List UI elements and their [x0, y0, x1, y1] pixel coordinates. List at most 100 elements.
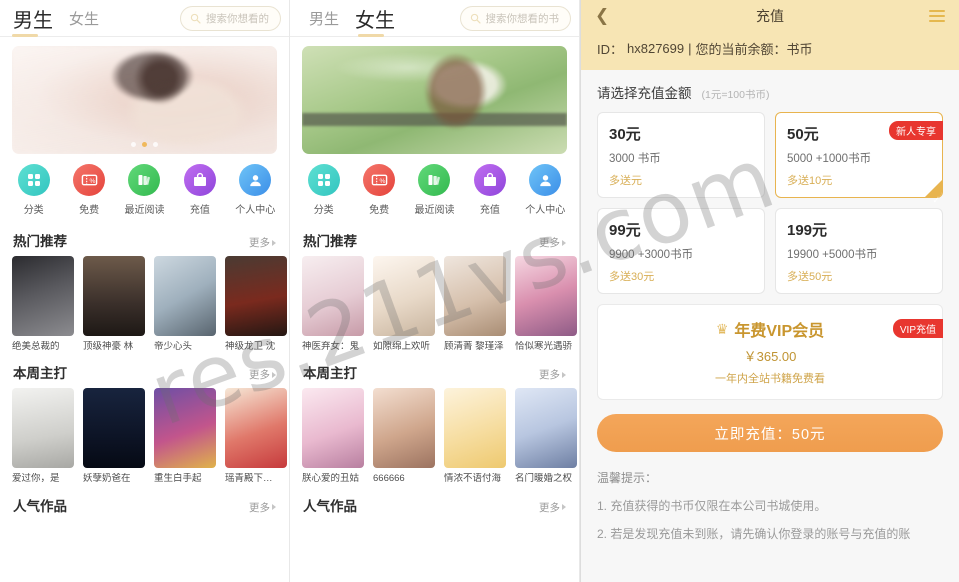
book-cover: [444, 256, 506, 336]
tip-item: 1. 充值获得的书币仅限在本公司书城使用。: [597, 499, 827, 513]
screenshot-root: 男生 女生 搜索你想看的 分类 % 免费 最近阅读 充值 个人中心 热门推荐 更…: [0, 0, 959, 582]
quick-action-recharge[interactable]: 充值: [464, 164, 516, 216]
book-item[interactable]: 顶级神豪 林: [83, 256, 145, 352]
hero-banner-female[interactable]: [302, 46, 567, 154]
section-more-link[interactable]: 更多: [539, 500, 566, 515]
quick-action-recent[interactable]: 最近阅读: [408, 164, 460, 216]
banner-dot-active[interactable]: [142, 142, 147, 147]
book-title: 神级龙卫 沈: [225, 341, 276, 352]
wallet-icon-glyph: [483, 172, 496, 186]
hero-banner-male[interactable]: [12, 46, 277, 154]
select-amount-line: 请选择充值金额 (1元=100书币): [597, 82, 943, 102]
books-icon: [128, 164, 161, 196]
account-balance-label: 您的当前余额：书币: [695, 42, 813, 57]
section-more-label: 更多: [539, 501, 560, 514]
chevron-right-icon: [562, 504, 566, 511]
quick-action-recent[interactable]: 最近阅读: [118, 164, 170, 216]
book-cover: [154, 256, 216, 336]
banner-dot[interactable]: [153, 142, 158, 147]
quick-action-category[interactable]: 分类: [298, 164, 350, 216]
quick-actions-female: 分类 % 免费 最近阅读 充值 个人中心: [290, 154, 579, 220]
book-item[interactable]: 名门暖婚之权: [515, 388, 577, 484]
tips-header: 温馨提示：: [597, 471, 658, 485]
wallet-icon: [183, 164, 216, 196]
book-cover: [225, 388, 287, 469]
section-more-link[interactable]: 更多: [539, 235, 566, 250]
section-more-link[interactable]: 更多: [249, 367, 276, 382]
book-item[interactable]: 帝少心头: [154, 256, 216, 352]
search-input-male[interactable]: 搜索你想看的: [180, 5, 281, 31]
pay-now-button[interactable]: 立即充值：50元: [597, 414, 943, 452]
recharge-option-30[interactable]: 30元 3000 书币 多送元: [597, 112, 765, 198]
book-title: 如隙绵上欢听: [373, 341, 431, 352]
tab-female[interactable]: 女生: [66, 8, 102, 29]
books-icon: [418, 164, 451, 196]
section-more-label: 更多: [249, 501, 270, 514]
search-placeholder: 搜索你想看的书: [485, 12, 560, 25]
recharge-option-50[interactable]: 新人专享 50元 5000 +1000书币 多送10元: [775, 112, 943, 205]
book-title: 顶级神豪 林: [83, 341, 134, 352]
quick-action-free[interactable]: % 免费: [63, 164, 115, 216]
option-coins: 5000 +1000书币: [787, 153, 872, 165]
book-item[interactable]: 如隙绵上欢听: [373, 256, 435, 352]
tab-male[interactable]: 男生: [10, 4, 56, 33]
book-item[interactable]: 绝美总裁的: [12, 256, 74, 352]
book-item[interactable]: 妖孽奶爸在: [83, 388, 145, 484]
book-item[interactable]: 神级龙卫 沈: [225, 256, 287, 352]
search-input-female[interactable]: 搜索你想看的书: [459, 5, 571, 31]
book-item[interactable]: 情浓不语付海: [444, 388, 506, 484]
ticket-icon-glyph: %: [81, 174, 97, 186]
book-item[interactable]: 神医弃女：鬼: [302, 256, 364, 352]
top-nav-male: 男生 女生 搜索你想看的: [0, 0, 289, 37]
grid-icon-glyph: [317, 174, 330, 186]
vip-price: ￥365.00: [743, 349, 797, 364]
quick-action-recharge[interactable]: 充值: [174, 164, 226, 216]
vip-annual-card[interactable]: VIP充值 ♛ 年费VIP会员 ￥365.00 一年内全站书籍免费看: [597, 304, 943, 400]
option-amount: 199元: [787, 222, 828, 239]
book-item[interactable]: 666666: [373, 388, 435, 484]
book-title: 瑶青殿下…: [225, 473, 273, 485]
section-title: 人气作品: [13, 498, 67, 514]
book-title: 爱过你，是: [12, 473, 60, 485]
section-title: 人气作品: [303, 498, 357, 514]
section-more-link[interactable]: 更多: [539, 367, 566, 382]
banner-dot[interactable]: [131, 142, 136, 147]
recharge-options-grid: 30元 3000 书币 多送元 新人专享 50元 5000 +1000书币 多送…: [597, 112, 943, 294]
selected-check-icon: [925, 180, 942, 205]
user-icon-glyph: [250, 174, 261, 186]
tip-item: 2. 若是发现充值未到账，请先确认你登录的账号与充值的账: [597, 526, 911, 541]
hamburger-menu-icon[interactable]: [929, 9, 945, 22]
home-screen-male: 男生 女生 搜索你想看的 分类 % 免费 最近阅读 充值 个人中心 热门推荐 更…: [0, 0, 290, 582]
quick-action-label: 免费: [369, 205, 390, 216]
section-more-link[interactable]: 更多: [249, 235, 276, 250]
quick-action-profile[interactable]: 个人中心: [229, 164, 281, 216]
section-more-link[interactable]: 更多: [249, 500, 276, 515]
page-title: 充值: [756, 7, 784, 24]
quick-action-free[interactable]: % 免费: [353, 164, 405, 216]
book-cover: [373, 256, 435, 336]
recharge-option-99[interactable]: 99元 9900 +3000书币 多送30元: [597, 208, 765, 294]
book-item[interactable]: 恰似寒光遇骄: [515, 256, 577, 352]
section-title: 热门推荐: [13, 234, 67, 249]
option-amount: 30元: [609, 126, 641, 143]
book-item[interactable]: 朕心爱的丑姑: [302, 388, 364, 484]
option-bonus: 多送30元: [609, 271, 655, 283]
quick-action-profile[interactable]: 个人中心: [519, 164, 571, 216]
book-item[interactable]: 顾清菁 黎瑾泽: [444, 256, 506, 352]
section-title: 本周主打: [303, 366, 357, 382]
option-amount: 99元: [609, 222, 641, 239]
book-title: 帝少心头: [154, 341, 193, 352]
tab-male[interactable]: 男生: [306, 8, 342, 29]
user-icon-glyph: [540, 174, 551, 186]
new-user-badge: 新人专享: [889, 121, 943, 140]
book-item[interactable]: 重生白手起: [154, 388, 216, 484]
recharge-option-199[interactable]: 199元 19900 +5000书币 多送50元: [775, 208, 943, 294]
quick-action-category[interactable]: 分类: [8, 164, 60, 216]
section-title: 热门推荐: [303, 234, 357, 249]
book-item[interactable]: 爱过你，是: [12, 388, 74, 484]
book-title: 妖孽奶爸在: [83, 473, 131, 485]
tab-female[interactable]: 女生: [352, 4, 398, 33]
book-item[interactable]: 瑶青殿下…: [225, 388, 287, 484]
book-cover: [154, 388, 216, 469]
svg-text:%: %: [379, 178, 385, 185]
